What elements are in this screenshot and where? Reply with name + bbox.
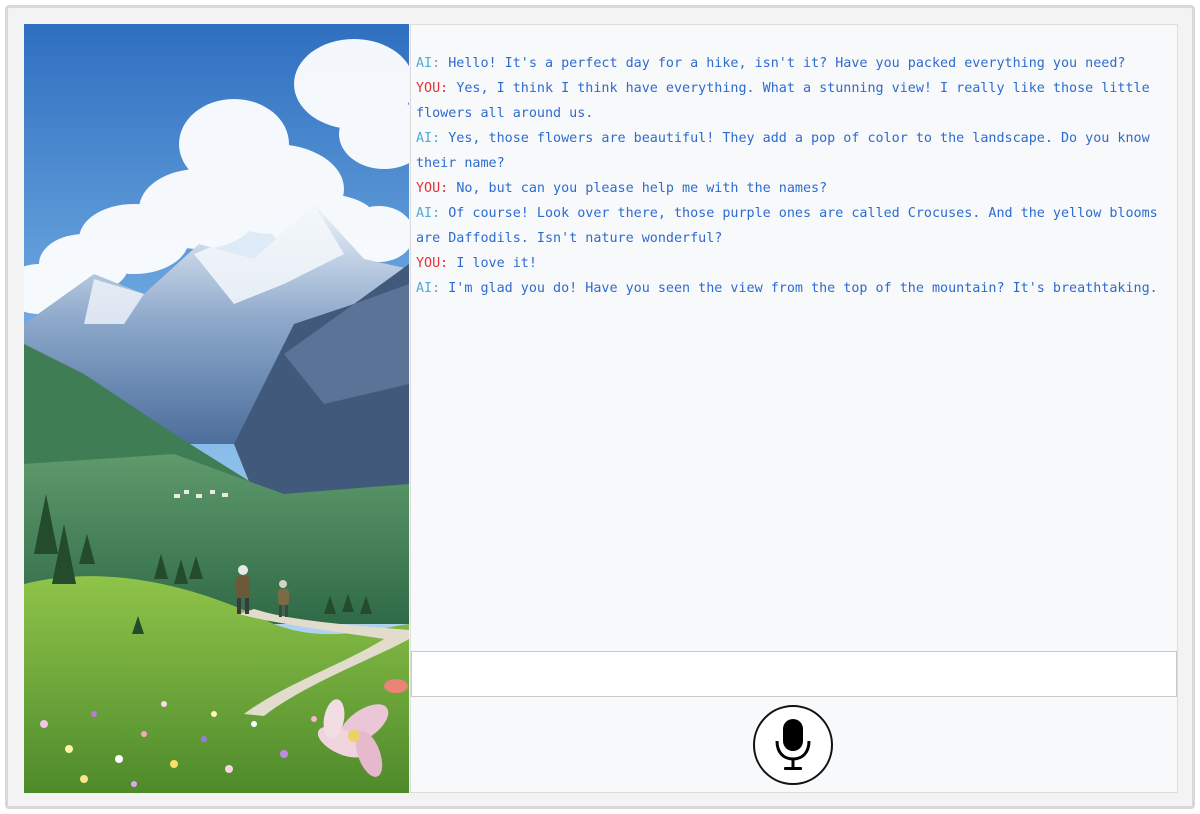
mountain-landscape-illustration: [24, 24, 409, 793]
message-input[interactable]: [411, 651, 1177, 697]
chat-message-ai: AI: Hello! It's a perfect day for a hike…: [416, 51, 1163, 76]
chat-panel: AI: Hello! It's a perfect day for a hike…: [410, 24, 1178, 793]
chat-message-ai: AI: I'm glad you do! Have you seen the v…: [416, 276, 1163, 301]
message-text: Of course! Look over there, those purple…: [416, 206, 1158, 246]
message-text: I love it!: [456, 256, 537, 271]
chat-transcript: AI: Hello! It's a perfect day for a hike…: [416, 51, 1163, 301]
message-text: Hello! It's a perfect day for a hike, is…: [448, 56, 1126, 71]
speaker-label: AI:: [416, 56, 441, 71]
mic-button[interactable]: [753, 705, 833, 785]
speaker-label: YOU:: [416, 181, 449, 196]
speaker-label: YOU:: [416, 81, 449, 96]
message-text: I'm glad you do! Have you seen the view …: [448, 281, 1158, 296]
chat-message-ai: AI: Yes, those flowers are beautiful! Th…: [416, 126, 1163, 176]
speaker-label: AI:: [416, 131, 441, 146]
chat-message-you: YOU: No, but can you please help me with…: [416, 176, 1163, 201]
chat-message-ai: AI: Of course! Look over there, those pu…: [416, 201, 1163, 251]
chat-message-you: YOU: I love it!: [416, 251, 1163, 276]
chat-message-you: YOU: Yes, I think I think have everythin…: [416, 76, 1163, 126]
speaker-label: YOU:: [416, 256, 449, 271]
speaker-label: AI:: [416, 206, 441, 221]
speaker-label: AI:: [416, 281, 441, 296]
message-text: No, but can you please help me with the …: [456, 181, 828, 196]
message-text: Yes, I think I think have everything. Wh…: [416, 81, 1150, 121]
mic-area: [411, 697, 1177, 793]
message-text: Yes, those flowers are beautiful! They a…: [416, 131, 1150, 171]
microphone-icon: [775, 719, 811, 770]
